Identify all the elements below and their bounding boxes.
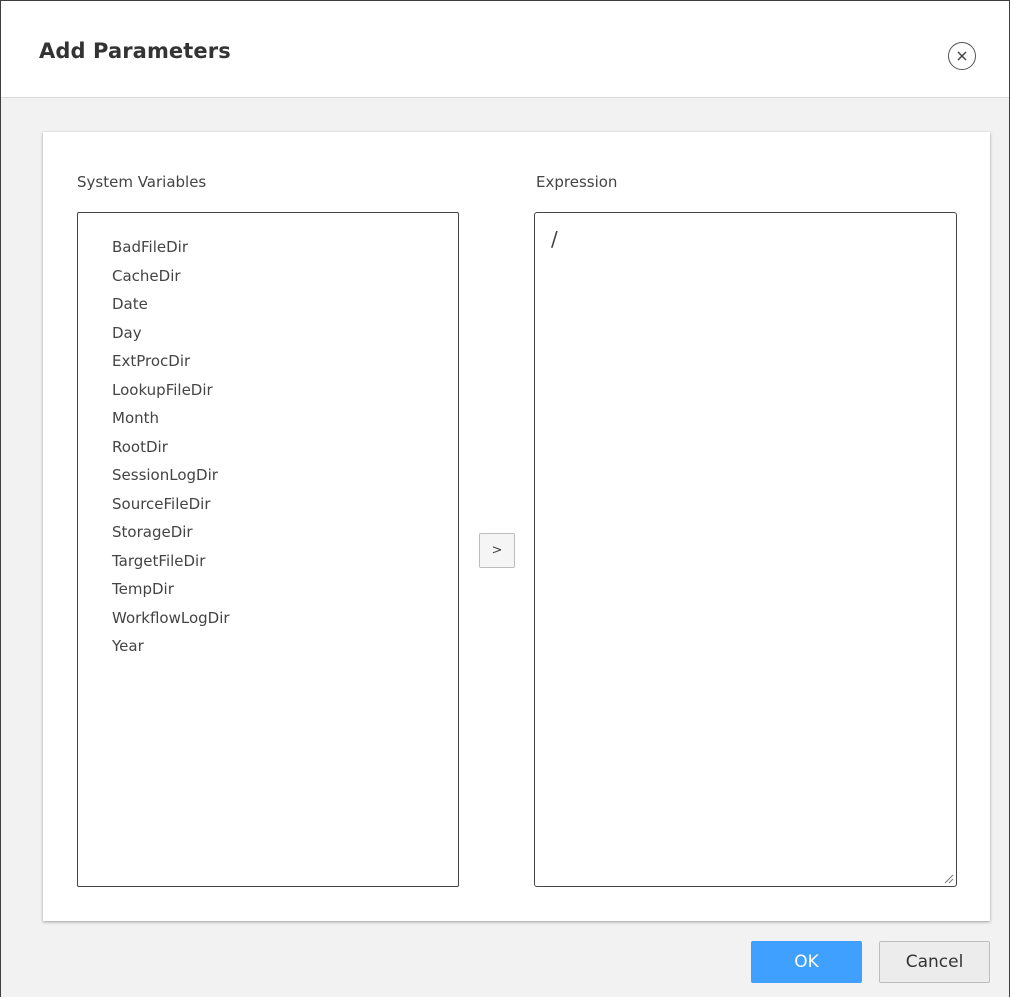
cancel-button[interactable]: Cancel xyxy=(879,941,990,983)
expression-label: Expression xyxy=(536,173,618,191)
dialog-title: Add Parameters xyxy=(39,39,231,63)
ok-button[interactable]: OK xyxy=(751,941,862,983)
variable-item[interactable]: ExtProcDir xyxy=(112,347,458,376)
variable-item[interactable]: WorkflowLogDir xyxy=(112,604,458,633)
system-variables-list[interactable]: BadFileDir CacheDir Date Day ExtProcDir Looku… xyxy=(77,212,459,887)
close-button[interactable] xyxy=(948,42,976,70)
variable-item[interactable]: BadFileDir xyxy=(112,233,458,262)
add-parameters-dialog: Add Parameters System Variables Expressi… xyxy=(0,0,1010,997)
system-variables-label: System Variables xyxy=(77,173,207,191)
variable-item[interactable]: TargetFileDir xyxy=(112,547,458,576)
expression-value: / xyxy=(551,227,558,251)
variable-item[interactable]: Date xyxy=(112,290,458,319)
expression-textarea[interactable]: / xyxy=(534,212,957,887)
add-to-expression-button[interactable]: > xyxy=(479,533,515,568)
variable-item[interactable]: Month xyxy=(112,404,458,433)
variable-item[interactable]: Day xyxy=(112,319,458,348)
variable-item[interactable]: LookupFileDir xyxy=(112,376,458,405)
dialog-header: Add Parameters xyxy=(1,1,1009,98)
variable-item[interactable]: Year xyxy=(112,632,458,661)
variable-items: BadFileDir CacheDir Date Day ExtProcDir Looku… xyxy=(78,213,458,661)
variable-item[interactable]: SourceFileDir xyxy=(112,490,458,519)
variable-item[interactable]: SessionLogDir xyxy=(112,461,458,490)
variable-item[interactable]: StorageDir xyxy=(112,518,458,547)
variable-item[interactable]: TempDir xyxy=(112,575,458,604)
resize-grip-icon[interactable] xyxy=(942,872,954,884)
variable-item[interactable]: RootDir xyxy=(112,433,458,462)
variable-item[interactable]: CacheDir xyxy=(112,262,458,291)
close-icon xyxy=(957,51,967,61)
